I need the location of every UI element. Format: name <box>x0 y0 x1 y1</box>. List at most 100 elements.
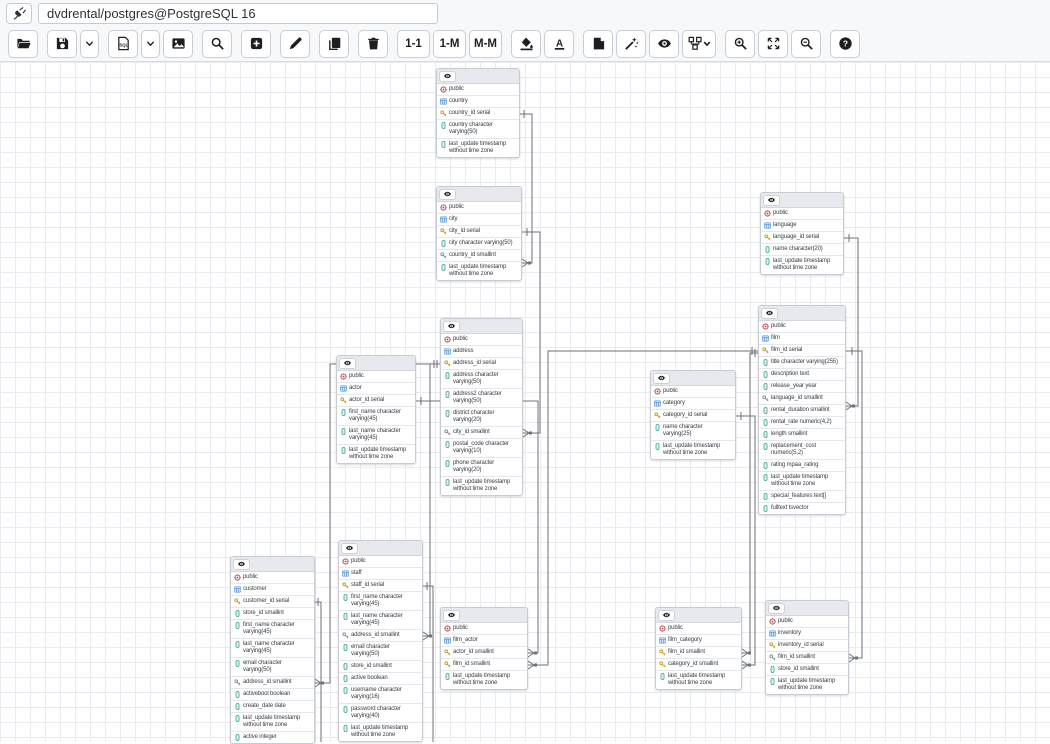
column-row: country character varying(50) <box>437 120 519 139</box>
many-marker <box>846 402 852 410</box>
schema-icon <box>654 388 661 395</box>
diagram-layer: publiccountrycountry_id serialcountry ch… <box>0 0 1050 742</box>
erd-table-film[interactable]: publicfilmfilm_id serialtitle character … <box>758 305 846 515</box>
col-icon <box>234 703 241 710</box>
many-marker <box>523 429 529 437</box>
drop-table-button[interactable] <box>358 30 388 58</box>
foreign-key-icon <box>440 252 447 259</box>
col-icon <box>762 419 769 426</box>
column-row: country_id smallint <box>437 250 521 262</box>
table-details-toggle[interactable] <box>653 373 670 384</box>
edit-table-button[interactable] <box>280 30 310 58</box>
eye-icon <box>237 560 246 568</box>
table-details-toggle[interactable] <box>763 195 780 206</box>
column-row: country_id serial <box>437 108 519 120</box>
download-image-button[interactable] <box>163 30 193 58</box>
sql-more-button[interactable] <box>141 30 160 58</box>
erd-table-language[interactable]: publiclanguagelanguage_id serialname cha… <box>760 192 844 275</box>
help-button[interactable]: ? <box>830 30 860 58</box>
erd-table-actor[interactable]: publicactoractor_id serialfirst_name cha… <box>336 355 416 464</box>
table-details-toggle[interactable] <box>341 543 358 554</box>
many-marker-dot <box>429 635 432 638</box>
eye-icon <box>657 374 666 382</box>
text-color-button[interactable]: A <box>544 30 574 58</box>
col-icon <box>440 122 447 129</box>
open-project-button[interactable] <box>8 30 38 58</box>
connection-button[interactable] <box>6 3 32 24</box>
save-more-button[interactable] <box>80 30 99 58</box>
column-row: phone character varying(20) <box>441 458 522 477</box>
primary-key-icon <box>340 397 347 404</box>
column-row: actor_id smallint <box>441 647 527 659</box>
primary-key-icon <box>769 642 776 649</box>
erd-table-country[interactable]: publiccountrycountry_id serialcountry ch… <box>436 68 520 158</box>
table-details-toggle[interactable] <box>439 71 456 82</box>
schema-icon <box>764 210 771 217</box>
one-to-one-button[interactable]: 1-1 <box>397 30 430 58</box>
table-details-toggle[interactable] <box>761 308 778 319</box>
erd-table-customer[interactable]: publiccustomercustomer_id serialstore_id… <box>230 556 315 744</box>
toolbar-group <box>8 30 38 58</box>
schema-row: public <box>337 371 415 383</box>
table-details-toggle[interactable] <box>439 189 456 200</box>
generate-sql-button[interactable]: SQL <box>108 30 138 58</box>
table-icon <box>440 98 447 105</box>
fill-color-button[interactable] <box>511 30 541 58</box>
erd-table-address[interactable]: publicaddressaddress_id serialaddress ch… <box>440 318 523 496</box>
foreign-key-icon <box>444 429 451 436</box>
column-row: film_id smallint <box>766 652 848 664</box>
table-header <box>766 601 848 616</box>
col-icon <box>444 673 451 680</box>
zoom-out-icon <box>799 36 814 51</box>
erd-table-film_category[interactable]: publicfilm_categoryfilm_id smallintcateg… <box>655 607 742 690</box>
show-details-button[interactable] <box>649 30 679 58</box>
column-row: last_update timestamp without time zone <box>437 262 521 280</box>
table-details-toggle[interactable] <box>768 603 785 614</box>
many-to-many-button[interactable]: M-M <box>469 30 502 58</box>
column-row: store_id smallint <box>231 608 314 620</box>
search-button[interactable] <box>202 30 232 58</box>
column-row: address_id smallint <box>231 677 314 689</box>
table-details-toggle[interactable] <box>658 610 675 621</box>
many-marker <box>528 661 534 669</box>
table-details-toggle[interactable] <box>443 321 460 332</box>
save-project-button[interactable] <box>47 30 77 58</box>
auto-align-button[interactable] <box>616 30 646 58</box>
erd-table-category[interactable]: publiccategorycategory_id serialname cha… <box>650 370 736 460</box>
zoom-in-button[interactable] <box>725 30 755 58</box>
add-edit-note-button[interactable] <box>583 30 613 58</box>
table-icon <box>444 348 451 355</box>
erd-table-inventory[interactable]: publicinventoryinventory_id serialfilm_i… <box>765 600 849 695</box>
column-row: name character(20) <box>761 244 843 256</box>
eye-icon <box>767 196 776 204</box>
col-icon <box>234 610 241 617</box>
column-row: actor_id serial <box>337 395 415 407</box>
erd-table-staff[interactable]: publicstaffstaff_id serialfirst_name cha… <box>338 540 423 742</box>
zoom-to-fit-button[interactable] <box>758 30 788 58</box>
schema-icon <box>440 204 447 211</box>
clone-table-button[interactable] <box>319 30 349 58</box>
relationship-connector <box>315 602 321 742</box>
table-name-row: language <box>761 220 843 232</box>
column-row: fulltext tsvector <box>759 503 845 514</box>
erd-table-film_actor[interactable]: publicfilm_actoractor_id smallintfilm_id… <box>440 607 528 690</box>
eye-icon <box>447 322 456 330</box>
add-table-button[interactable] <box>241 30 271 58</box>
table-details-toggle[interactable] <box>443 610 460 621</box>
cardinality-notation-button[interactable] <box>682 30 716 58</box>
table-details-toggle[interactable] <box>339 358 356 369</box>
column-row: last_update timestamp without time zone <box>766 676 848 694</box>
table-details-toggle[interactable] <box>233 559 250 570</box>
many-marker <box>742 649 748 657</box>
eye-icon <box>443 190 452 198</box>
erd-table-city[interactable]: publiccitycity_id serialcity character v… <box>436 186 522 281</box>
one-to-many-button[interactable]: 1-M <box>433 30 466 58</box>
primary-key-icon <box>234 598 241 605</box>
connection-title-field[interactable] <box>38 3 438 24</box>
schema-row: public <box>766 616 848 628</box>
primary-key-icon <box>659 649 666 656</box>
schema-icon <box>340 373 347 380</box>
zoom-fit-icon <box>766 36 781 51</box>
help-icon: ? <box>838 36 853 51</box>
zoom-out-button[interactable] <box>791 30 821 58</box>
